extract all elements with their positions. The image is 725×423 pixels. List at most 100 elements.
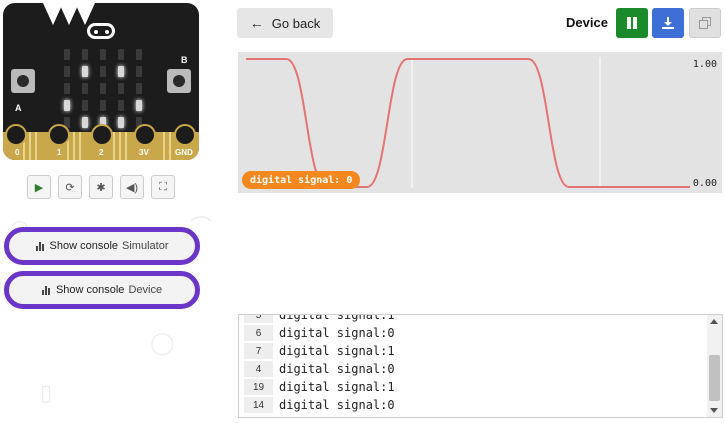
go-back-button[interactable]: ← Go back [237, 8, 333, 38]
pause-icon [627, 17, 637, 29]
background-decoration: ▯ [40, 380, 53, 405]
led [136, 49, 142, 60]
serial-chart: 1.00 0.00 digital signal: 0 [238, 52, 722, 193]
console-button-source: Simulator [122, 240, 169, 252]
scroll-down-arrow-icon[interactable] [710, 408, 718, 413]
console-line: 19 digital signal:1 [239, 378, 705, 396]
debug-button[interactable]: ✱ [89, 175, 113, 199]
led [82, 66, 88, 77]
button-b[interactable] [167, 69, 191, 93]
board-corner [75, 3, 95, 25]
led [136, 83, 142, 94]
play-button[interactable]: ▶ [27, 175, 51, 199]
copy-icon [699, 17, 711, 29]
bar-chart-icon [41, 285, 50, 295]
play-icon: ▶ [34, 181, 44, 194]
y-max-label: 1.00 [692, 59, 717, 70]
download-icon [662, 17, 674, 29]
pin-label: 1 [57, 148, 62, 157]
led [64, 49, 70, 60]
led [118, 117, 124, 128]
led [118, 66, 124, 77]
button-b-label: B [181, 55, 188, 65]
scrollbar-thumb[interactable] [709, 355, 720, 401]
copy-button[interactable] [689, 8, 721, 38]
repeat-count-badge: 4 [244, 361, 273, 377]
simulator-pane: ◠ ◯ ▯ ⌒ A B 0 1 2 3V GND [0, 0, 228, 423]
series-value-badge: digital signal: 0 [242, 171, 361, 189]
console-lines: 5 digital signal:1 6 digital signal:0 7 digit… [239, 314, 705, 414]
series-line-digital-signal [246, 58, 690, 188]
led [82, 100, 88, 111]
repeat-count-badge: 19 [244, 379, 273, 395]
button-a-label: A [15, 103, 22, 113]
console-output[interactable]: 5 digital signal:1 6 digital signal:0 7 digit… [238, 314, 723, 418]
show-console-simulator-button[interactable]: Show console Simulator [4, 227, 200, 265]
repeat-count-badge: 6 [244, 325, 273, 341]
led [64, 100, 70, 111]
console-line-text: digital signal:0 [279, 362, 395, 376]
y-min-label: 0.00 [692, 178, 717, 189]
scroll-up-arrow-icon[interactable] [710, 319, 718, 324]
restart-icon: ⟳ [65, 181, 75, 194]
pin-label: 3V [139, 148, 149, 157]
led [100, 49, 106, 60]
console-line: 5 digital signal:1 [239, 314, 705, 324]
download-button[interactable] [652, 8, 684, 38]
pin-gnd-pad[interactable] [174, 124, 196, 146]
arrow-left-icon: ← [249, 15, 264, 31]
console-line: 4 digital signal:0 [239, 360, 705, 378]
microbit-simulator[interactable]: A B 0 1 2 3V GND [3, 3, 199, 160]
console-line: 14 digital signal:0 [239, 396, 705, 414]
led [100, 100, 106, 111]
led [82, 117, 88, 128]
pin-3v-pad[interactable] [134, 124, 156, 146]
edge-connector: 0 1 2 3V GND [3, 124, 199, 160]
led [118, 49, 124, 60]
device-label: Device [566, 15, 608, 30]
console-line-text: digital signal:1 [279, 314, 395, 322]
microbit-logo[interactable] [87, 23, 115, 39]
led [100, 83, 106, 94]
console-button-label: Show console [49, 240, 119, 252]
repeat-count-badge: 14 [244, 397, 273, 413]
fullscreen-button[interactable]: ⛶ [151, 175, 175, 199]
console-scrollbar[interactable] [707, 315, 722, 417]
background-decoration: ◯ [150, 330, 175, 355]
console-line: 6 digital signal:0 [239, 324, 705, 342]
console-line-text: digital signal:0 [279, 398, 395, 412]
pin-label: GND [175, 148, 193, 157]
pin-label: 0 [15, 148, 20, 157]
console-button-source: Device [128, 284, 163, 296]
led [64, 83, 70, 94]
led [118, 100, 124, 111]
led [82, 83, 88, 94]
restart-button[interactable]: ⟳ [58, 175, 82, 199]
go-back-label: Go back [271, 15, 321, 31]
console-line-text: digital signal:1 [279, 380, 395, 394]
led [82, 49, 88, 60]
simulator-toolbar: ▶ ⟳ ✱ ◀) ⛶ [27, 175, 175, 203]
led [64, 66, 70, 77]
pin-1-pad[interactable] [48, 124, 70, 146]
button-a[interactable] [11, 69, 35, 93]
led [118, 83, 124, 94]
pause-button[interactable] [616, 8, 648, 38]
mute-icon: ◀) [125, 181, 139, 194]
pin-label: 2 [99, 148, 104, 157]
led [100, 66, 106, 77]
show-console-device-button[interactable]: Show console Device [4, 271, 200, 309]
mute-button[interactable]: ◀) [120, 175, 144, 199]
debug-icon: ✱ [96, 181, 106, 194]
fullscreen-icon: ⛶ [159, 180, 167, 193]
console-line: 7 digital signal:1 [239, 342, 705, 360]
pin-0-pad[interactable] [5, 124, 27, 146]
repeat-count-badge: 5 [244, 315, 273, 323]
bar-chart-icon [35, 241, 44, 251]
repeat-count-badge: 7 [244, 343, 273, 359]
console-line-text: digital signal:0 [279, 326, 395, 340]
console-line-text: digital signal:1 [279, 344, 395, 358]
led [136, 66, 142, 77]
console-button-label: Show console [55, 284, 125, 296]
pin-2-pad[interactable] [91, 124, 113, 146]
